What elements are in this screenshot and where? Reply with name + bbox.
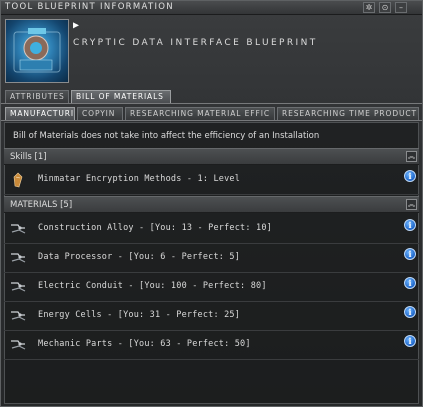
material-text: Energy Cells - [You: 31 - Perfect: 25] [38,310,241,320]
material-text: Mechanic Parts - [You: 63 - Perfect: 50] [38,339,251,349]
tab-attributes[interactable]: ATTRIBUTES [5,90,69,103]
material-row[interactable]: Electric Conduit - [You: 100 - Perfect: … [4,273,419,302]
tab-manufacturing[interactable]: MANUFACTURI [5,107,75,120]
title-bar[interactable]: TOOL BLUEPRINT INFORMATION ✲ ⊙ – [1,1,422,15]
data-interface-icon [13,28,61,73]
blueprint-name: CRYPTIC DATA INTERFACE BLUEPRINT [73,38,318,48]
window-title: TOOL BLUEPRINT INFORMATION [5,2,174,12]
material-row[interactable]: Data Processor - [You: 6 - Perfect: 5] i [4,244,419,273]
blueprint-info-window: TOOL BLUEPRINT INFORMATION ✲ ⊙ – ▶ CRYPT… [0,0,423,407]
material-text: Electric Conduit - [You: 100 - Perfect: … [38,281,267,291]
info-icon[interactable]: i [404,248,416,260]
tab-bill-of-materials[interactable]: BILL OF MATERIALS [71,90,171,103]
info-icon[interactable]: i [404,306,416,318]
collapse-materials-icon[interactable]: ︽ [406,199,417,210]
expand-arrow-icon[interactable]: ▶ [73,20,79,31]
skill-row[interactable]: Minmatar Encryption Methods - 1: Level i [4,166,419,195]
info-icon[interactable]: i [404,170,416,182]
info-icon[interactable]: i [404,219,416,231]
component-icon [11,311,26,321]
info-icon[interactable]: i [404,335,416,347]
subtab-divider [1,120,422,121]
info-icon[interactable]: i [404,277,416,289]
material-row[interactable]: Mechanic Parts - [You: 63 - Perfect: 50]… [4,331,419,360]
collapse-skills-icon[interactable]: ︽ [406,151,417,162]
blueprint-icon[interactable] [5,19,69,83]
blueprint-header: ▶ CRYPTIC DATA INTERFACE BLUEPRINT [1,16,422,88]
component-icon [11,253,26,263]
skills-header-label: Skills [1] [10,152,47,162]
component-icon [11,340,26,350]
tab-copying[interactable]: COPYIN [77,107,123,120]
skill-book-icon [13,172,23,188]
tab-research-time[interactable]: RESEARCHING TIME PRODUCT [277,107,419,120]
component-icon [11,282,26,292]
materials-section-header[interactable]: MATERIALS [5] ︽ [4,196,419,213]
materials-header-label: MATERIALS [5] [10,200,73,210]
tab-research-material[interactable]: RESEARCHING MATERIAL EFFIC [125,107,275,120]
tab-divider [1,103,422,104]
material-text: Construction Alloy - [You: 13 - Perfect:… [38,223,272,233]
material-row[interactable]: Construction Alloy - [You: 13 - Perfect:… [4,215,419,244]
options-button[interactable]: ✲ [363,2,375,13]
material-text: Data Processor - [You: 6 - Perfect: 5] [38,252,241,262]
component-icon [11,224,26,234]
minimize-button[interactable]: – [395,2,407,13]
skills-section-header[interactable]: Skills [1] ︽ [4,148,419,165]
skill-name: Minmatar Encryption Methods - 1: Level [38,174,241,184]
pin-button[interactable]: ⊙ [379,2,391,13]
material-row[interactable]: Energy Cells - [You: 31 - Perfect: 25] i [4,302,419,331]
efficiency-note: Bill of Materials does not take into aff… [13,131,320,141]
